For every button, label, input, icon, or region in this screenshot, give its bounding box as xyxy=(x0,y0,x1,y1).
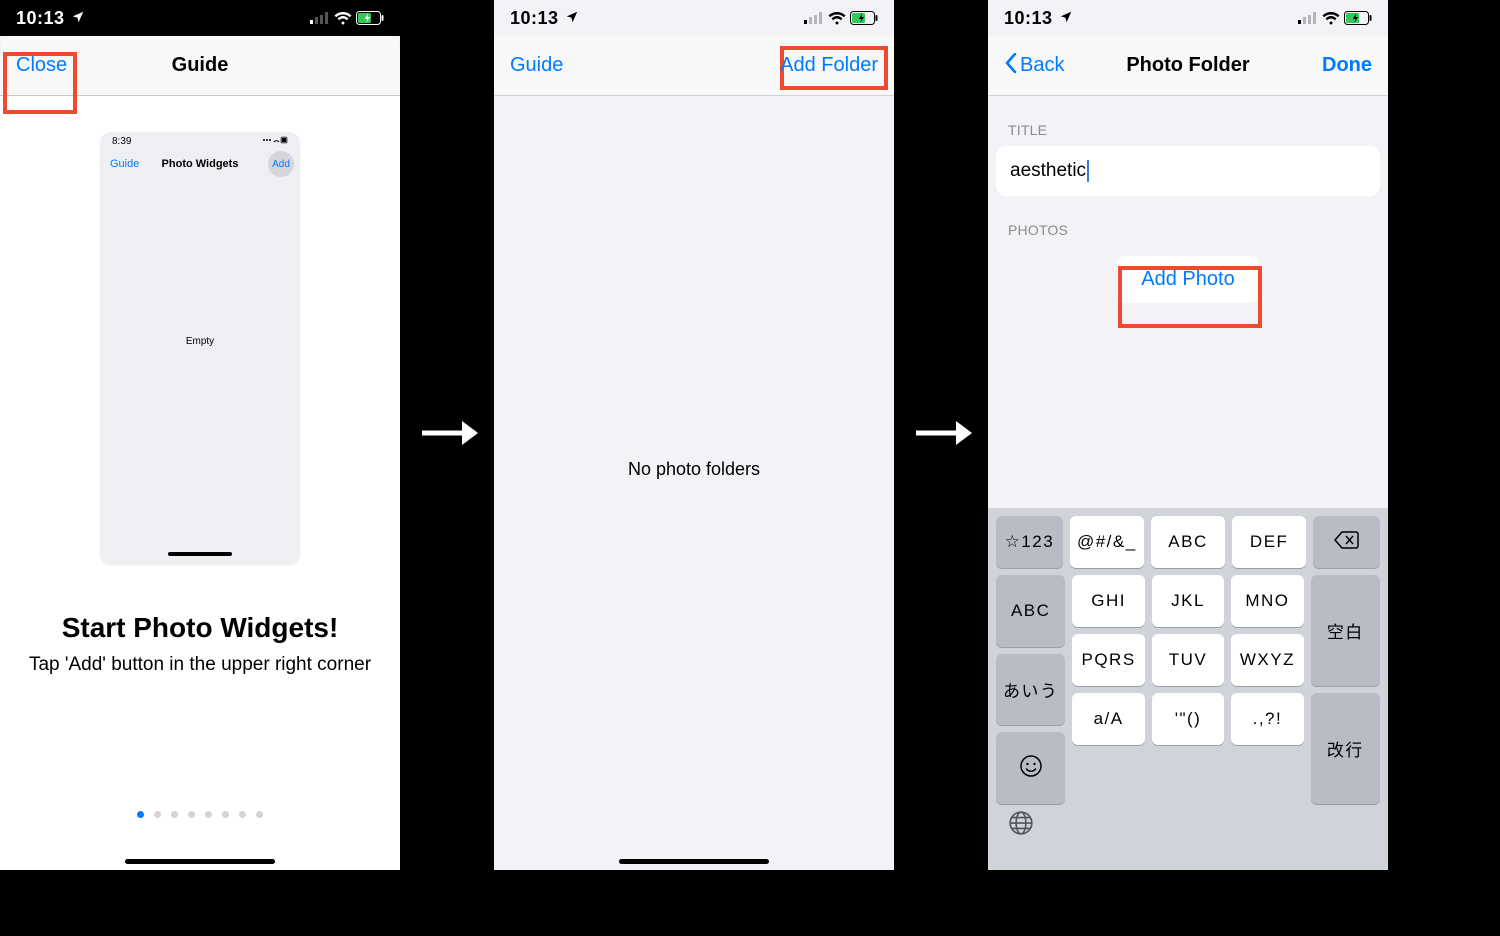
close-button[interactable]: Close xyxy=(16,54,67,77)
status-time: 10:13 xyxy=(1004,8,1053,29)
guide-headline: Start Photo Widgets! xyxy=(0,612,400,644)
key-punct[interactable]: .,?! xyxy=(1231,693,1303,745)
mini-nav-title: Photo Widgets xyxy=(162,158,239,170)
signal-icon xyxy=(1298,12,1318,24)
empty-state-label: No photo folders xyxy=(494,459,894,480)
key-pqrs[interactable]: PQRS xyxy=(1072,634,1144,686)
status-bar: 10:13 xyxy=(0,0,400,36)
page-dot[interactable] xyxy=(256,811,263,818)
page-dot[interactable] xyxy=(171,811,178,818)
add-folder-button[interactable]: Add Folder xyxy=(780,54,878,77)
mini-status-icons xyxy=(262,136,288,147)
battery-icon xyxy=(1344,11,1372,25)
folder-list-content: No photo folders xyxy=(494,96,894,870)
nav-bar: Guide Add Folder xyxy=(494,36,894,96)
location-icon xyxy=(1059,8,1073,29)
key-space[interactable]: 空白 xyxy=(1311,575,1380,686)
arrow-icon xyxy=(420,418,480,453)
key-symbols[interactable]: @#/&_ xyxy=(1070,516,1144,568)
key-abc[interactable]: ABC xyxy=(1151,516,1225,568)
signal-icon xyxy=(804,12,824,24)
title-section-label: TITLE xyxy=(988,96,1388,146)
delete-icon xyxy=(1334,531,1360,554)
page-dot[interactable] xyxy=(154,811,161,818)
photos-section-label: PHOTOS xyxy=(988,196,1388,246)
page-dot[interactable] xyxy=(205,811,212,818)
key-jkl[interactable]: JKL xyxy=(1152,575,1224,627)
key-ghi[interactable]: GHI xyxy=(1072,575,1144,627)
key-wxyz[interactable]: WXYZ xyxy=(1231,634,1303,686)
key-quotes[interactable]: '"() xyxy=(1152,693,1224,745)
key-shift[interactable]: a/A xyxy=(1072,693,1144,745)
status-time: 10:13 xyxy=(510,8,559,29)
status-time: 10:13 xyxy=(16,8,65,29)
page-dot[interactable] xyxy=(188,811,195,818)
nav-bar: Close Guide xyxy=(0,36,400,96)
screen-3: 10:13 Bac xyxy=(988,0,1388,870)
emoji-icon xyxy=(1019,754,1043,783)
back-button[interactable]: Back xyxy=(1004,53,1064,79)
page-dots[interactable] xyxy=(0,811,400,818)
location-icon xyxy=(71,8,85,29)
battery-icon xyxy=(356,11,384,25)
title-input[interactable]: aesthetic xyxy=(996,146,1380,196)
key-num-mode[interactable]: ☆123 xyxy=(996,516,1063,568)
arrow-icon xyxy=(914,418,974,453)
keyboard: ☆123 @#/&_ ABC DEF ABC あいう xyxy=(988,508,1388,870)
screen-1: 10:13 Close Guide xyxy=(0,0,400,870)
page-dot[interactable] xyxy=(222,811,229,818)
key-mode-kana[interactable]: あいう xyxy=(996,654,1065,726)
status-bar: 10:13 xyxy=(988,0,1388,36)
location-icon xyxy=(565,8,579,29)
wifi-icon xyxy=(828,11,846,25)
key-def[interactable]: DEF xyxy=(1232,516,1306,568)
mini-guide-button: Guide xyxy=(110,158,139,170)
guide-content: 8:39 Guide Photo Widgets Add Empty Start… xyxy=(0,96,400,676)
back-label: Back xyxy=(1020,54,1064,77)
mini-add-button: Add xyxy=(268,151,294,177)
home-indicator[interactable] xyxy=(125,859,275,864)
mini-home-indicator xyxy=(168,552,232,556)
text-cursor xyxy=(1087,160,1089,182)
mini-phone-preview: 8:39 Guide Photo Widgets Add Empty xyxy=(100,132,300,564)
page-dot[interactable] xyxy=(137,811,144,818)
signal-icon xyxy=(310,12,330,24)
key-emoji[interactable] xyxy=(996,732,1065,804)
chevron-left-icon xyxy=(1004,53,1018,79)
title-value: aesthetic xyxy=(1010,160,1086,182)
globe-icon[interactable] xyxy=(1008,810,1034,841)
mini-time: 8:39 xyxy=(112,136,131,147)
page-dot[interactable] xyxy=(239,811,246,818)
guide-subtext: Tap 'Add' button in the upper right corn… xyxy=(0,654,400,676)
add-photo-button[interactable]: Add Photo xyxy=(1117,256,1258,303)
key-delete[interactable] xyxy=(1313,516,1380,568)
battery-icon xyxy=(850,11,878,25)
key-tuv[interactable]: TUV xyxy=(1152,634,1224,686)
wifi-icon xyxy=(334,11,352,25)
nav-bar: Back Photo Folder Done xyxy=(988,36,1388,96)
key-return[interactable]: 改行 xyxy=(1311,693,1380,804)
wifi-icon xyxy=(1322,11,1340,25)
mini-empty-label: Empty xyxy=(100,336,300,347)
key-mode-abc[interactable]: ABC xyxy=(996,575,1065,647)
status-bar: 10:13 xyxy=(494,0,894,36)
key-mno[interactable]: MNO xyxy=(1231,575,1303,627)
guide-button[interactable]: Guide xyxy=(510,54,563,77)
screen-2: 10:13 Guide Add Folder No xyxy=(494,0,894,870)
done-button[interactable]: Done xyxy=(1322,54,1372,77)
home-indicator[interactable] xyxy=(619,859,769,864)
